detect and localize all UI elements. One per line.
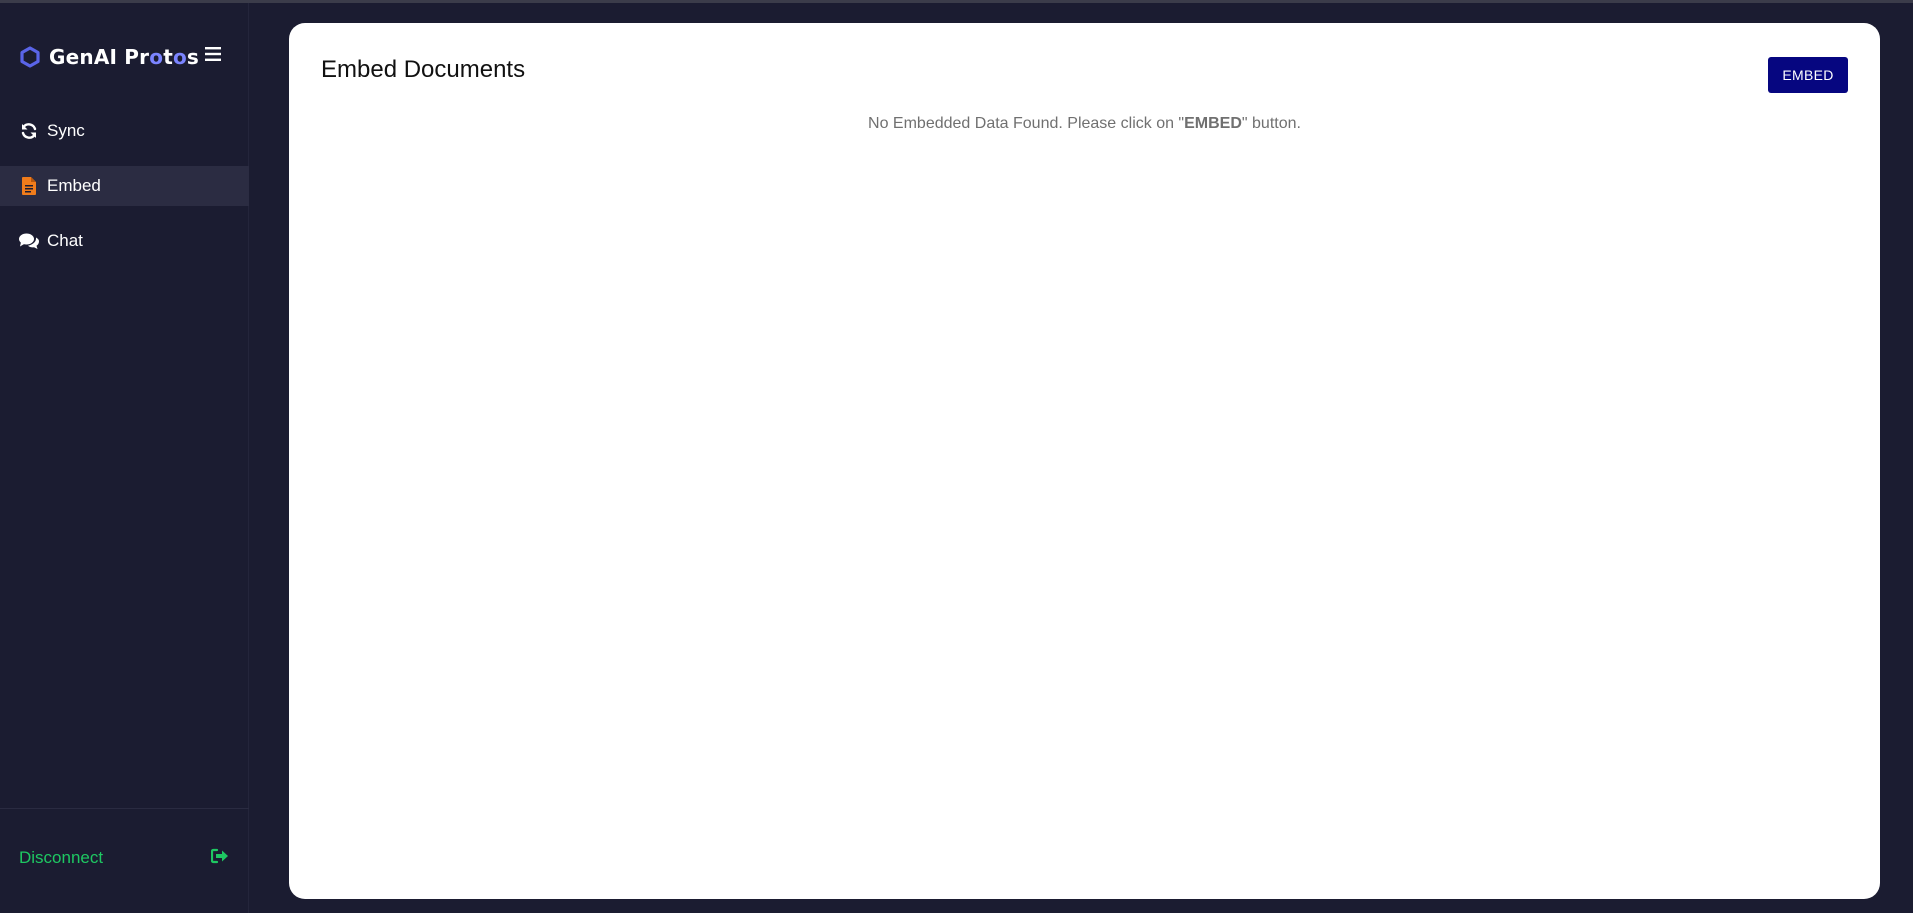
hamburger-icon[interactable] [202, 43, 224, 65]
sidebar-item-sync[interactable]: Sync [0, 111, 249, 151]
brand: GenAI Protos [19, 43, 199, 71]
main-content-card: Embed Documents EMBED No Embedded Data F… [289, 23, 1880, 899]
empty-state-message: No Embedded Data Found. Please click on … [868, 115, 1301, 132]
sync-icon [19, 121, 39, 141]
embed-button[interactable]: EMBED [1768, 57, 1848, 93]
sidebar-item-label: Chat [47, 231, 83, 250]
sidebar-item-chat[interactable]: Chat [0, 221, 249, 261]
sidebar-item-label: Sync [47, 121, 85, 140]
chat-icon [19, 231, 39, 251]
page-title: Embed Documents [321, 56, 526, 83]
sign-out-icon [210, 848, 229, 869]
sidebar-divider [0, 808, 249, 809]
window-top-border [0, 0, 1913, 3]
sidebar-item-label: Embed [47, 176, 101, 195]
file-icon [19, 176, 39, 196]
sidebar: GenAI Protos Sync Embed Chat Disconnect [0, 3, 249, 913]
brand-name: GenAI Protos [49, 45, 200, 69]
sidebar-nav: Sync Embed Chat [0, 111, 249, 276]
disconnect-label: Disconnect [19, 848, 104, 867]
sidebar-item-embed[interactable]: Embed [0, 166, 249, 206]
brand-logo-icon [19, 46, 41, 68]
disconnect-button[interactable]: Disconnect [19, 843, 229, 873]
